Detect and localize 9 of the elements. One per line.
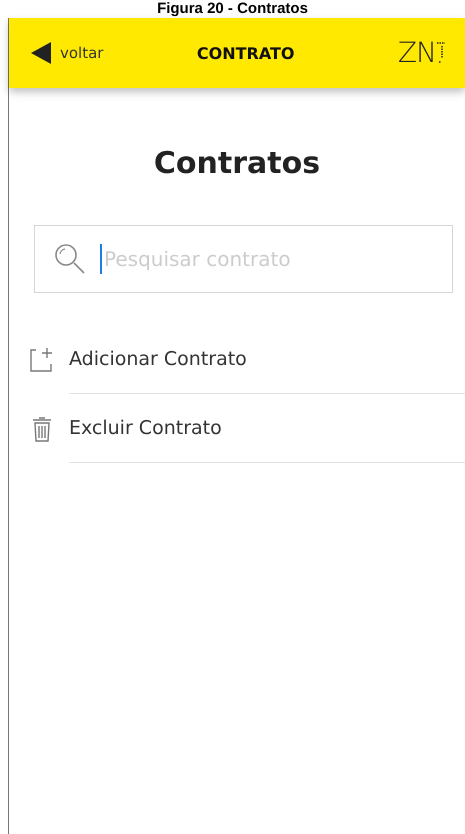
logo-mark-icon [437,42,445,64]
action-item[interactable]: Adicionar Contrato [69,325,465,394]
page-heading: Contratos [152,146,322,181]
screen-title: CONTRATO [196,44,296,62]
back-button[interactable]: voltar [31,42,104,64]
figure-caption: Figura 20 - Contratos [156,0,309,18]
back-arrow-icon [31,42,51,64]
logo-text: ZN [398,38,436,68]
action-item[interactable]: Excluir Contrato [69,394,465,463]
